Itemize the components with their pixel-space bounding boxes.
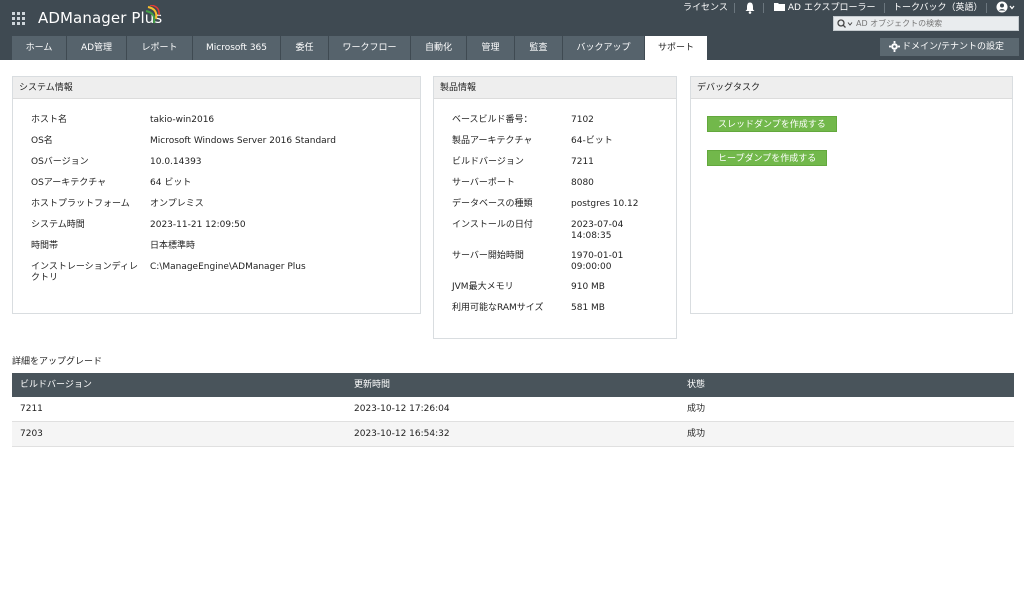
row-label: インストールの日付 <box>452 220 533 230</box>
row-value: Microsoft Windows Server 2016 Standard <box>150 136 336 146</box>
row-label: JVM最大メモリ <box>452 282 514 292</box>
row-label: インストレーションディレクトリ <box>31 262 139 283</box>
panel-title: 製品情報 <box>434 77 676 99</box>
row-value: 日本標準時 <box>150 241 196 251</box>
cell-build-version: 7203 <box>20 429 43 439</box>
search-icon[interactable] <box>837 19 853 29</box>
row-label: サーバーポート <box>452 178 515 188</box>
divider <box>763 3 764 13</box>
row-value: C:\ManageEngine\ADManager Plus <box>150 262 306 272</box>
row-label: 利用可能なRAMサイズ <box>452 303 544 313</box>
column-header-status: 状態 <box>687 380 706 390</box>
row-label: ホストプラットフォーム <box>31 199 130 209</box>
gear-icon <box>889 41 900 52</box>
row-label: 時間帯 <box>31 241 59 251</box>
row-label: 製品アーキテクチャ <box>452 136 533 146</box>
row-value: オンプレミス <box>150 199 204 209</box>
tab-backup[interactable]: バックアップ <box>563 36 645 60</box>
row-value: 2023-11-21 12:09:50 <box>150 220 246 230</box>
row-value: 2023-07-04 14:08:35 <box>571 220 624 241</box>
row-value: 7102 <box>571 115 594 125</box>
license-link[interactable]: ライセンス <box>683 1 728 15</box>
product-info-panel: 製品情報 ベースビルド番号： 7102 製品アーキテクチャ 64-ビット ビルド… <box>433 76 677 339</box>
tab-microsoft-365[interactable]: Microsoft 365 <box>193 36 281 60</box>
divider <box>734 3 735 13</box>
create-heap-dump-button[interactable]: ヒープダンプを作成する <box>707 150 828 166</box>
ad-object-search[interactable] <box>833 16 1019 31</box>
folder-icon <box>774 3 785 11</box>
ad-explorer-label: AD エクスプローラー <box>787 3 876 13</box>
row-value: 8080 <box>571 178 594 188</box>
tab-support[interactable]: サポート <box>645 36 708 60</box>
upgrade-section-title: 詳細をアップグレード <box>12 357 103 367</box>
create-thread-dump-button[interactable]: スレッドダンプを作成する <box>707 116 837 132</box>
row-label: ビルドバージョン <box>452 157 524 167</box>
row-label: ベースビルド番号： <box>452 115 533 125</box>
row-value: 581 MB <box>571 303 605 313</box>
row-value: postgres 10.12 <box>571 199 639 209</box>
tab-workflow[interactable]: ワークフロー <box>329 36 411 60</box>
domain-tenant-settings-button[interactable]: ドメイン/テナントの設定 <box>880 38 1019 56</box>
cell-status: 成功 <box>687 404 706 414</box>
system-info-panel: システム情報 ホスト名 takio-win2016 OS名 Microsoft … <box>12 76 421 314</box>
column-header-build-version: ビルドバージョン <box>20 380 92 390</box>
row-value: 64-ビット <box>571 136 613 146</box>
panel-title: システム情報 <box>13 77 420 99</box>
row-value: 7211 <box>571 157 594 167</box>
tab-home[interactable]: ホーム <box>12 36 67 60</box>
table-row: 7211 2023-10-12 17:26:04 成功 <box>12 397 1014 422</box>
bell-icon[interactable] <box>744 1 756 15</box>
logo-swoosh-icon <box>145 5 160 24</box>
tab-audit[interactable]: 監査 <box>515 36 563 60</box>
user-menu[interactable] <box>996 1 1016 15</box>
row-label: データベースの種類 <box>452 199 533 209</box>
top-header: ADManager Plus ライセンス AD エクスプローラー トークバック（… <box>0 0 1024 36</box>
main-nav: ホーム AD管理 レポート Microsoft 365 委任 ワークフロー 自動… <box>0 36 1024 60</box>
tab-ad-management[interactable]: AD管理 <box>67 36 127 60</box>
row-value: takio-win2016 <box>150 115 215 125</box>
row-label: システム時間 <box>31 220 85 230</box>
apps-grid-icon[interactable] <box>12 12 26 26</box>
cell-build-version: 7211 <box>20 404 43 414</box>
table-header: ビルドバージョン 更新時間 状態 <box>12 373 1014 397</box>
divider <box>884 3 885 13</box>
cell-update-time: 2023-10-12 17:26:04 <box>354 404 450 414</box>
tab-admin[interactable]: 管理 <box>467 36 515 60</box>
row-value: 10.0.14393 <box>150 157 202 167</box>
divider <box>986 3 987 13</box>
search-input[interactable] <box>856 17 1016 30</box>
table-row: 7203 2023-10-12 16:54:32 成功 <box>12 422 1014 447</box>
panel-title: デバッグタスク <box>691 77 1012 99</box>
cell-update-time: 2023-10-12 16:54:32 <box>354 429 450 439</box>
user-icon <box>996 1 1015 13</box>
tab-reports[interactable]: レポート <box>127 36 193 60</box>
tab-delegation[interactable]: 委任 <box>281 36 329 60</box>
domain-settings-label: ドメイン/テナントの設定 <box>902 42 1005 52</box>
cell-status: 成功 <box>687 429 706 439</box>
tab-automation[interactable]: 自動化 <box>411 36 467 60</box>
row-label: OSバージョン <box>31 157 89 167</box>
row-label: ホスト名 <box>31 115 68 125</box>
row-value: 910 MB <box>571 282 605 292</box>
row-value: 64 ビット <box>150 178 192 188</box>
row-value: 1970-01-01 09:00:00 <box>571 251 624 272</box>
row-label: サーバー開始時間 <box>452 251 524 261</box>
talkback-link[interactable]: トークバック（英語） <box>893 1 983 15</box>
column-header-update-time: 更新時間 <box>354 380 391 390</box>
row-label: OSアーキテクチャ <box>31 178 107 188</box>
debug-tasks-panel: デバッグタスク スレッドダンプを作成する ヒープダンプを作成する <box>690 76 1013 314</box>
ad-explorer-link[interactable]: AD エクスプローラー <box>774 1 876 15</box>
upgrade-table: ビルドバージョン 更新時間 状態 7211 2023-10-12 17:26:0… <box>12 373 1014 447</box>
row-label: OS名 <box>31 136 53 146</box>
